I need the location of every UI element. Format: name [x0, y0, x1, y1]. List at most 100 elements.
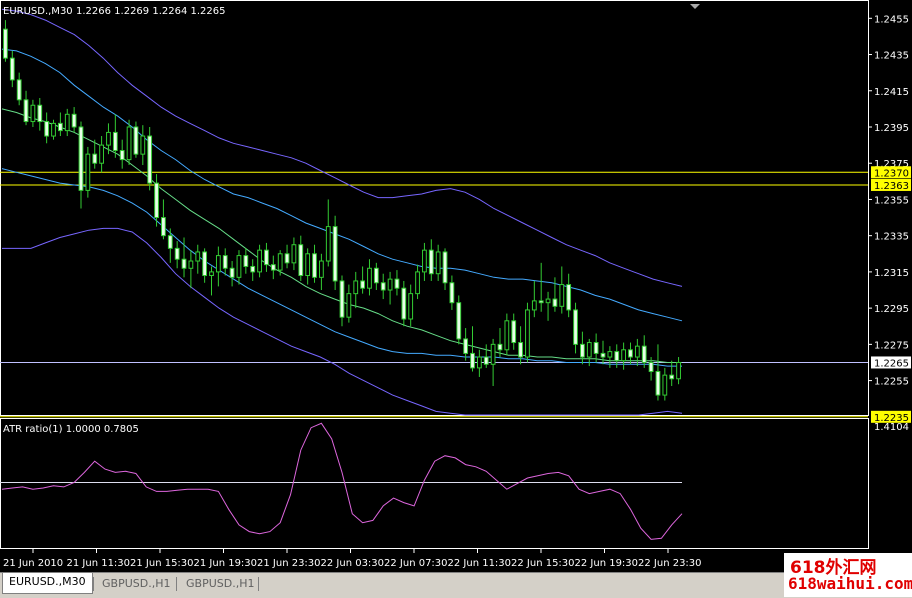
candle-bear	[298, 244, 304, 277]
candle-bull	[64, 113, 70, 132]
candle-bull	[559, 284, 565, 307]
candle-bear	[648, 361, 654, 373]
candle-bull	[188, 260, 194, 269]
candle-bear	[332, 226, 338, 282]
candle-bull	[51, 122, 56, 137]
candle-bear	[112, 131, 118, 152]
price-tick-label: 1.2395	[874, 123, 909, 134]
candle-bull	[607, 351, 613, 358]
price-tick-label: 1.2255	[874, 377, 909, 388]
time-tick-label: 22 Jun 07:30	[384, 558, 448, 569]
candle-bull	[85, 153, 91, 191]
time-tick-label: 22 Jun 19:30	[575, 558, 639, 569]
tab-eurusd-m30[interactable]: EURUSD.,M30	[2, 573, 93, 594]
time-tick-label: 21 Jun 19:30	[194, 558, 258, 569]
candle-bear	[600, 352, 606, 358]
candle-bull	[476, 356, 482, 369]
candle-bull	[215, 255, 221, 273]
level-price-label: 1.2363	[874, 181, 909, 192]
candle-bear	[641, 345, 647, 363]
candle-bull	[634, 345, 640, 358]
candle-bull	[209, 271, 214, 277]
candle-bull	[346, 293, 352, 318]
price-tick-label: 1.2455	[874, 14, 909, 25]
candle-bear	[71, 113, 77, 128]
candle-bull	[408, 293, 414, 320]
price-tick-label: 1.2315	[874, 268, 909, 279]
candle-bear	[243, 255, 249, 267]
candle-bear	[9, 57, 15, 81]
candle-bull	[504, 320, 510, 351]
candle-bear	[16, 79, 22, 101]
candle-bull	[415, 271, 420, 295]
candle-bear	[78, 126, 84, 191]
candle-bull	[30, 104, 36, 123]
candle-bear	[202, 251, 208, 277]
candle-bull	[490, 343, 496, 365]
candle-bull	[525, 309, 530, 358]
indicator-label: ATR ratio(1) 1.0000 0.7805	[3, 424, 139, 435]
candle-bull	[422, 249, 427, 273]
candle-bull	[257, 249, 262, 273]
candle-bear	[312, 253, 317, 278]
candle-bear	[161, 217, 166, 237]
candle-bear	[518, 342, 523, 358]
candle-bull	[319, 260, 324, 278]
candle-bear	[373, 267, 379, 284]
candle-bull	[305, 253, 311, 277]
candle-bull	[545, 298, 551, 304]
time-tick-label: 22 Jun 11:30	[448, 558, 512, 569]
price-tick-label: 1.2295	[874, 304, 909, 315]
price-tick-label: 1.2355	[874, 195, 909, 206]
candle-bull	[621, 349, 627, 362]
candle-bull	[236, 255, 242, 278]
tab-gbpusd-h1-b[interactable]: GBPUSD.,H1	[180, 575, 260, 593]
candle-bull	[140, 135, 146, 155]
tab-divider	[93, 577, 94, 591]
candle-bear	[538, 300, 544, 304]
price-tick-label: 1.2415	[874, 87, 909, 98]
candle-bear	[449, 282, 455, 304]
time-tick-label: 21 Jun 23:30	[257, 558, 321, 569]
candle-bear	[580, 343, 585, 358]
candle-bull	[277, 253, 283, 271]
tab-label: EURUSD.,M30	[9, 575, 86, 588]
candle-bear	[44, 121, 50, 137]
price-tick-label: 1.2335	[874, 232, 909, 243]
candle-bear	[593, 342, 599, 354]
time-tick-label: 22 Jun 03:30	[321, 558, 385, 569]
candle-bear	[119, 150, 125, 161]
candle-bull	[387, 278, 393, 291]
candle-bear	[442, 251, 448, 284]
candle-bear	[37, 104, 43, 123]
candle-bear	[339, 280, 345, 318]
level-price-label: 1.2265	[874, 358, 909, 369]
candle-bear	[380, 282, 386, 291]
candle-bear	[428, 249, 434, 275]
candle-bear	[628, 349, 633, 358]
time-tick-label: 21 Jun 15:30	[130, 558, 194, 569]
candle-bull	[99, 144, 104, 164]
price-chart[interactable]: 1.24551.24351.24151.23951.23751.23551.23…	[0, 0, 912, 572]
candle-bear	[614, 351, 620, 362]
candle-bear	[23, 99, 29, 123]
price-tick-label: 1.2275	[874, 340, 909, 351]
time-tick-label: 21 Jun 11:30	[67, 558, 131, 569]
candle-bull	[435, 251, 441, 275]
candle-bull	[195, 251, 201, 262]
candle-bear	[456, 302, 462, 340]
site-watermark: 618外汇网 618waihui.com	[784, 553, 912, 597]
candle-bull	[291, 244, 297, 264]
candle-bear	[167, 235, 173, 249]
indicator-axis-label: 1.4104	[874, 422, 909, 433]
candle-bear	[57, 122, 63, 132]
time-tick-label: 21 Jun 2010	[3, 558, 63, 569]
ohlc-readout: 1.2266 1.2269 1.2264 1.2265	[76, 6, 226, 17]
tab-divider	[258, 577, 259, 591]
candle-bear	[470, 352, 475, 369]
candle-bear	[401, 287, 407, 320]
candle-bear	[270, 264, 276, 271]
tab-gbpusd-h1-a[interactable]: GBPUSD.,H1	[96, 575, 176, 593]
candle-bear	[147, 135, 153, 184]
candle-bear	[394, 278, 400, 289]
